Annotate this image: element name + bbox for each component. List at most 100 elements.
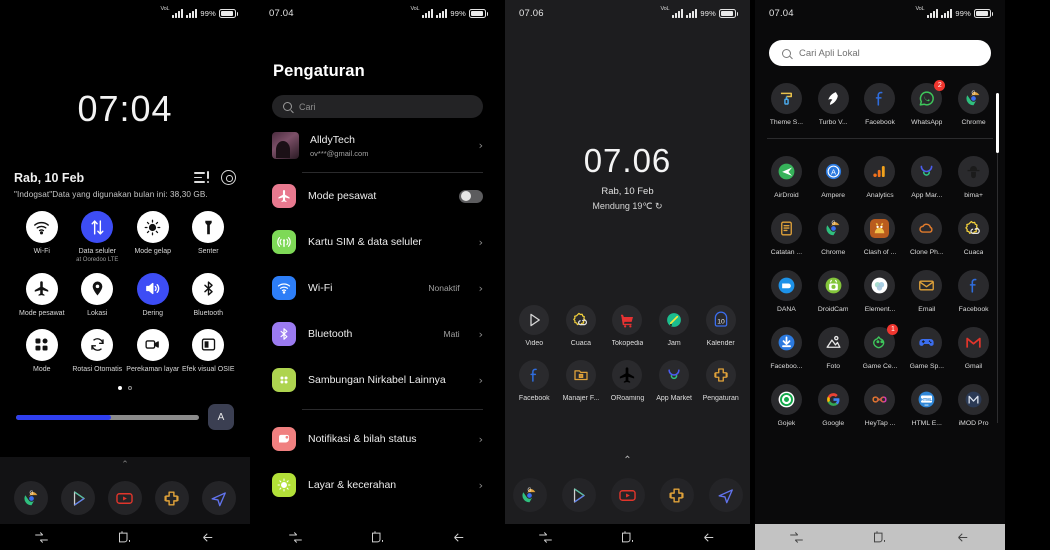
drawer-app-droidcam[interactable]: DroidCam [810, 270, 857, 313]
drawer-app-html-e-[interactable]: HTML HTML E... [903, 384, 950, 427]
video-player-icon[interactable] [519, 305, 550, 335]
dock-navigation-icon[interactable] [708, 478, 743, 512]
grid-icon[interactable] [25, 328, 58, 361]
settings-row-kartu-sim-data-seluler[interactable]: Kartu SIM & data seluler › [255, 219, 500, 265]
recents-icon[interactable] [288, 531, 303, 544]
clone-phone-icon[interactable] [911, 213, 943, 244]
quick-tile-data-seluler[interactable]: Data seluler at Ooredoo LTE [70, 211, 126, 263]
drawer-app-theme-s-[interactable]: Theme S... [763, 83, 810, 126]
settings-row-notifikasi-bilah-status[interactable]: Notifikasi & bilah status › [255, 416, 500, 462]
drawer-app-game-ce-[interactable]: 1 Game Ce... [857, 324, 904, 370]
home-icon[interactable] [117, 530, 132, 544]
dock-play-store-icon[interactable] [561, 478, 596, 512]
download-icon[interactable] [770, 327, 802, 358]
back-icon[interactable] [956, 531, 971, 544]
account-row[interactable]: AlldyTech ov***@gmail.com › [255, 118, 500, 172]
settings-row-sambungan-nirkabel-lainnya[interactable]: Sambungan Nirkabel Lainnya › [255, 357, 500, 403]
weather-icon[interactable] [958, 213, 990, 244]
tokopedia-icon[interactable] [612, 305, 643, 335]
heytap-icon[interactable] [864, 384, 896, 415]
drawer-app-facebook[interactable]: Facebook [950, 270, 997, 313]
turbo-vpn-icon[interactable] [817, 83, 849, 114]
drawer-app-element-[interactable]: Element... [857, 270, 904, 313]
drawer-app-email[interactable]: Email [903, 270, 950, 313]
clash-of-clans-icon[interactable] [864, 213, 896, 244]
drawer-app-clone-ph-[interactable]: Clone Ph... [903, 213, 950, 256]
settings-row-layar-kecerahan[interactable]: Layar & kecerahan › [255, 462, 500, 508]
recents-icon[interactable] [538, 531, 553, 544]
game-center-icon[interactable]: 1 [864, 324, 899, 358]
home-app-facebook[interactable]: Facebook [511, 360, 558, 402]
drawer-app-airdroid[interactable]: AirDroid [763, 156, 810, 199]
settings-row-wi-fi[interactable]: Wi-Fi Nonaktif › [255, 265, 500, 311]
wifi-icon[interactable] [25, 211, 58, 243]
drawer-app-gmail[interactable]: Gmail [950, 327, 997, 370]
drawer-app-whatsapp[interactable]: 2 WhatsApp [903, 80, 950, 126]
drawer-app-chrome[interactable]: G Chrome [810, 213, 857, 256]
drawer-app-clash-of-[interactable]: Clash of ... [857, 213, 904, 256]
file-manager-icon[interactable] [565, 360, 596, 390]
google-icon[interactable] [817, 384, 849, 415]
dock-play-store-icon[interactable] [61, 481, 96, 515]
quick-tile-perekaman-layar[interactable]: Perekaman layar [125, 328, 181, 375]
chrome-icon[interactable]: G [817, 213, 849, 244]
whatsapp-icon[interactable]: 2 [911, 80, 946, 114]
drawer-app-chrome[interactable]: G Chrome [950, 83, 997, 126]
drawer-app-analytics[interactable]: Analytics [857, 156, 904, 199]
brightness-slider-row[interactable]: A [14, 404, 236, 431]
dock-chrome-icon[interactable]: G [14, 481, 49, 515]
osie-icon[interactable] [192, 328, 225, 361]
chrome-icon[interactable]: G [958, 83, 990, 114]
dock-oppo-market-icon[interactable] [659, 478, 694, 512]
brightness-slider[interactable] [16, 414, 199, 420]
scrollbar-thumb[interactable] [996, 93, 999, 153]
data-transfer-icon[interactable] [81, 211, 114, 243]
quick-tile-senter[interactable]: Senter [181, 211, 237, 263]
screen-record-icon[interactable] [136, 328, 169, 361]
quick-tile-mode-gelap[interactable]: Mode gelap [125, 211, 181, 263]
html-editor-icon[interactable]: HTML [911, 384, 943, 415]
drawer-app-dana[interactable]: DANA [763, 270, 810, 313]
clock-icon[interactable] [659, 305, 690, 335]
back-icon[interactable] [452, 531, 467, 544]
airplane-icon[interactable] [612, 360, 643, 390]
settings-row-mode-pesawat[interactable]: Mode pesawat [255, 173, 500, 219]
analytics-icon[interactable] [864, 156, 896, 187]
home-app-manajer-f-[interactable]: Manajer F... [558, 360, 605, 402]
quick-tile-mode[interactable]: Mode [14, 328, 70, 375]
drawer-app-cuaca[interactable]: Cuaca [950, 213, 997, 256]
element-icon[interactable] [864, 270, 896, 301]
dana-icon[interactable] [770, 270, 802, 301]
facebook-icon[interactable] [864, 83, 896, 114]
drawer-app-ampere[interactable]: A Ampere [810, 156, 857, 199]
settings-icon[interactable] [705, 360, 736, 390]
gmail-icon[interactable] [958, 327, 990, 358]
edit-tiles-icon[interactable] [194, 171, 209, 184]
brightness-icon[interactable] [136, 211, 169, 243]
weather-icon[interactable] [565, 305, 596, 335]
volume-icon[interactable] [136, 272, 169, 305]
home-app-pengaturan[interactable]: Pengaturan [697, 360, 744, 402]
airplane-icon[interactable] [25, 272, 58, 305]
gamepad-icon[interactable] [911, 327, 943, 358]
quick-tile-lokasi[interactable]: Lokasi [70, 272, 126, 319]
drawer-app-gojek[interactable]: Gojek [763, 384, 810, 427]
home-app-video[interactable]: Video [511, 305, 558, 347]
back-icon[interactable] [201, 531, 216, 544]
drawer-app-faceboo-[interactable]: Faceboo... [763, 327, 810, 370]
home-icon[interactable] [872, 530, 887, 544]
home-app-tokopedia[interactable]: Tokopedia [604, 305, 651, 347]
app-market-icon[interactable] [659, 360, 690, 390]
facebook-icon[interactable] [519, 360, 550, 390]
drawer-app-heytap-[interactable]: HeyTap ... [857, 384, 904, 427]
recents-icon[interactable] [34, 531, 49, 544]
dock-navigation-icon[interactable] [201, 481, 236, 515]
quick-tile-mode-pesawat[interactable]: Mode pesawat [14, 272, 70, 319]
bima-icon[interactable] [958, 156, 990, 187]
drawer-app-game-sp-[interactable]: Game Sp... [903, 327, 950, 370]
home-icon[interactable] [620, 530, 635, 544]
chevron-up-icon[interactable]: ⌃ [623, 455, 631, 466]
bluetooth-icon[interactable] [192, 272, 225, 305]
drawer-app-foto[interactable]: Foto [810, 327, 857, 370]
dock-oppo-market-icon[interactable] [154, 481, 189, 515]
